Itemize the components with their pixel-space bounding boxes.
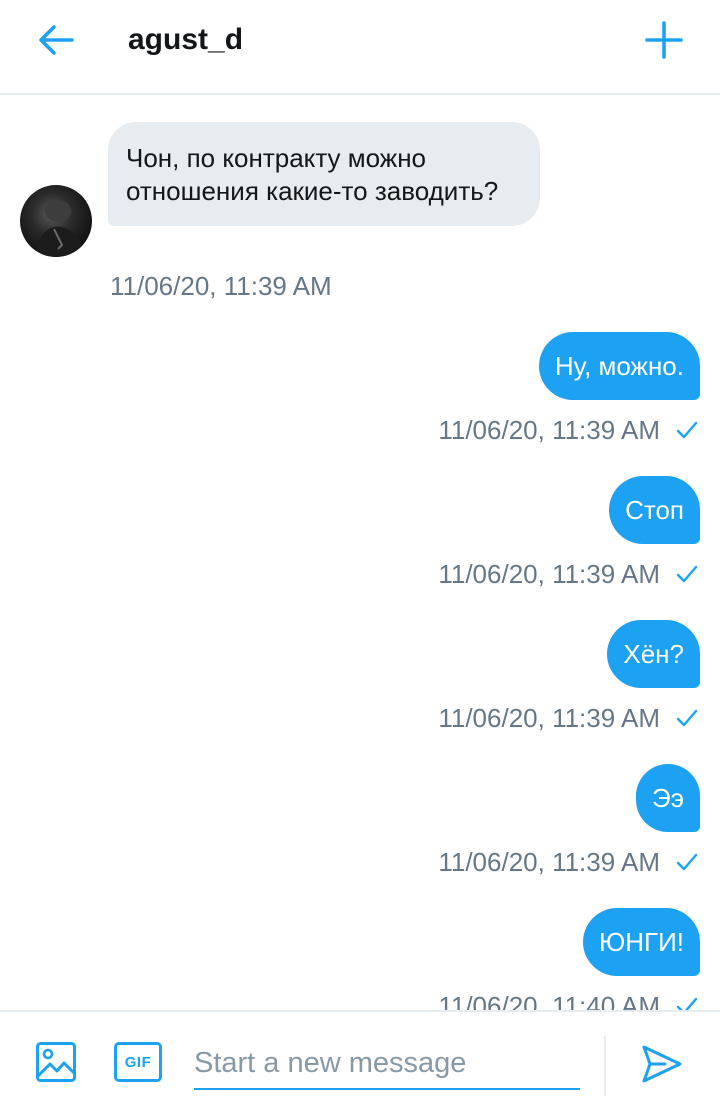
message-bubble-sent[interactable]: Хён? <box>607 620 700 688</box>
message-timestamp: 11/06/20, 11:39 AM <box>438 415 660 445</box>
conversation-title[interactable]: agust_d <box>128 20 243 60</box>
message-list[interactable]: Чон, по контракту можно отношения какие-… <box>0 95 720 1010</box>
dm-conversation-screen: agust_d Чон, по контракту можно отношени… <box>0 0 720 1106</box>
message-input[interactable] <box>194 1042 580 1090</box>
composer-divider <box>604 1036 606 1096</box>
message-bubble-received[interactable]: Чон, по контракту можно отношения какие-… <box>108 122 540 226</box>
arrow-left-icon <box>39 25 74 55</box>
send-button[interactable] <box>636 1038 688 1090</box>
message-timestamp: 11/06/20, 11:39 AM <box>438 559 660 589</box>
message-status: 11/06/20, 11:39 AM <box>438 558 698 590</box>
message-bubble-sent[interactable]: ЮНГИ! <box>582 908 700 976</box>
message-bubble-sent[interactable]: Ээ <box>636 764 700 832</box>
conversation-header: agust_d <box>0 0 720 95</box>
check-icon <box>676 997 698 1010</box>
message-bubble-sent[interactable]: Стоп <box>609 476 700 544</box>
message-bubble-sent[interactable]: Ну, можно. <box>538 332 700 400</box>
add-image-button[interactable] <box>30 1038 82 1086</box>
message-timestamp: 11/06/20, 11:39 AM <box>438 703 660 733</box>
back-button[interactable] <box>26 16 86 64</box>
message-timestamp: 11/06/20, 11:40 AM <box>438 991 660 1010</box>
message-timestamp: 11/06/20, 11:39 AM <box>438 847 660 877</box>
message-composer: GIF <box>0 1010 720 1106</box>
add-gif-button[interactable]: GIF <box>114 1042 162 1082</box>
message-status: 11/06/20, 11:39 AM <box>438 702 698 734</box>
new-message-button[interactable] <box>634 14 694 66</box>
check-icon <box>676 853 698 871</box>
message-status: 11/06/20, 11:39 AM <box>438 846 698 878</box>
send-icon <box>642 1045 682 1083</box>
check-icon <box>676 565 698 583</box>
message-status: 11/06/20, 11:40 AM <box>438 990 698 1010</box>
avatar-image <box>20 185 92 257</box>
image-icon <box>36 1042 76 1082</box>
plus-icon <box>645 21 683 59</box>
message-timestamp: 11/06/20, 11:39 AM <box>110 271 332 301</box>
check-icon <box>676 709 698 727</box>
avatar[interactable] <box>20 185 92 257</box>
message-status: 11/06/20, 11:39 AM <box>438 414 698 446</box>
check-icon <box>676 421 698 439</box>
